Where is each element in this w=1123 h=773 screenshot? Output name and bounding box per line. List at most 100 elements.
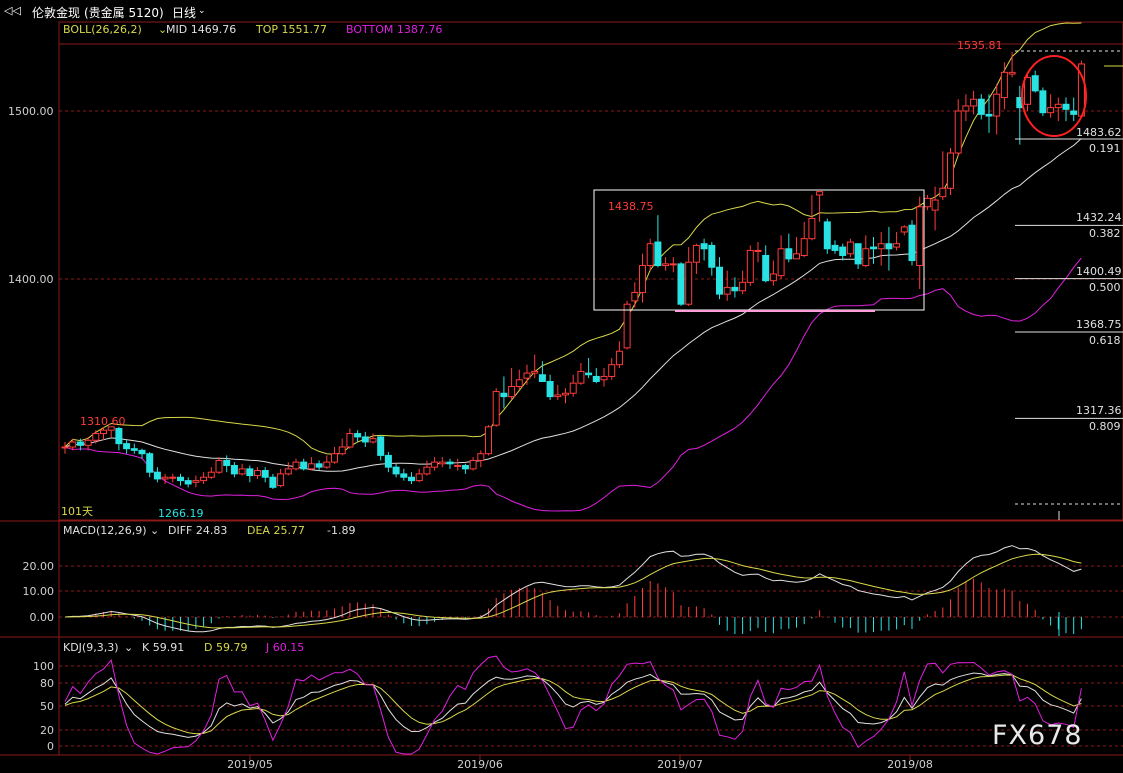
candle-body: [793, 253, 800, 260]
candle-body: [1031, 75, 1039, 92]
candle-body: [577, 370, 585, 384]
kdj-j-line: [64, 655, 1082, 755]
candle-body: [184, 480, 192, 485]
candle-body: [685, 261, 693, 305]
kdj-name[interactable]: KDJ(9,3,3): [63, 641, 119, 654]
candle-body: [592, 375, 600, 382]
candle-body: [939, 187, 947, 198]
candle-body: [731, 286, 739, 292]
candle-body: [238, 468, 246, 475]
fib-price: 1432.24: [1076, 211, 1122, 224]
candle-body: [200, 476, 208, 482]
fib-ratio: 0.191: [1089, 142, 1121, 155]
macd-dea-value: DEA 25.77: [247, 524, 305, 537]
candle-body: [708, 244, 716, 268]
candle-body: [431, 461, 439, 468]
highlight-circle[interactable]: [1021, 55, 1087, 137]
candle-body: [485, 426, 492, 455]
candle-body: [461, 464, 469, 470]
candle-body: [192, 480, 200, 483]
candle-body: [977, 98, 985, 115]
candle-body: [161, 476, 169, 480]
candle-body: [446, 461, 454, 465]
candle-body: [354, 433, 362, 438]
high-price-label: 1535.81: [957, 39, 1003, 52]
fib-ratio: 0.809: [1089, 420, 1121, 433]
candle-body: [970, 98, 978, 107]
candle-body: [839, 246, 847, 256]
candle-body: [423, 466, 431, 475]
fib-ratio: 0.382: [1089, 227, 1121, 240]
kdj-tick-label: 0: [47, 740, 54, 753]
candle-body: [1070, 110, 1078, 115]
kdj-tick-label: 80: [40, 677, 54, 690]
candle-body: [562, 392, 569, 396]
candle-body: [554, 394, 562, 398]
candle-body: [769, 273, 777, 282]
candle-body: [993, 93, 1001, 117]
fib-ratio: 0.618: [1089, 334, 1121, 347]
macd-diff-line: [64, 545, 1082, 633]
candle-body: [870, 246, 877, 250]
candle-body: [400, 473, 408, 478]
candle-body: [369, 438, 377, 443]
price-chart[interactable]: 1500.00 1400.00 20.00 10.00 0.00 100 80 50 20 0 20…: [0, 0, 1123, 773]
candle-body: [954, 110, 962, 154]
candle-body: [384, 454, 392, 468]
macd-pane: [64, 545, 1082, 634]
axis-ticks: 1500.00 1400.00 20.00 10.00 0.00 100 80 50 20 0 20…: [8, 105, 933, 771]
candle-body: [415, 473, 423, 482]
candle-body: [716, 266, 723, 295]
kdj-tick-label: 50: [40, 700, 54, 713]
boll-top-value: TOP 1551.77: [255, 23, 327, 36]
fib-ratio: 0.500: [1089, 281, 1121, 294]
candle-body: [692, 244, 700, 263]
candle-body: [61, 446, 69, 449]
candle-body: [831, 244, 839, 251]
candle-body: [862, 248, 870, 267]
mid-high-label: 1438.75: [608, 200, 654, 213]
time-tick-label: 2019/08: [887, 758, 933, 771]
kdj-k-value: K 59.91: [142, 641, 184, 654]
candle-body: [1062, 103, 1070, 110]
candle-body: [300, 461, 308, 470]
chevron-down-icon[interactable]: ⌄: [150, 524, 159, 537]
candle-body: [623, 303, 631, 349]
candle-body: [823, 221, 831, 250]
chevron-down-icon[interactable]: ⌄: [124, 641, 133, 654]
candle-body: [538, 374, 546, 382]
candle-body: [600, 375, 608, 381]
candle-body: [153, 471, 161, 480]
candle-body: [739, 281, 747, 292]
candle-body: [454, 464, 462, 467]
time-tick-label: 2019/05: [227, 758, 273, 771]
candle-body: [646, 243, 654, 267]
candle-body: [746, 249, 754, 283]
candle-body: [223, 459, 231, 466]
candle-body: [877, 243, 885, 250]
candle-body: [700, 243, 708, 250]
candle-body: [654, 241, 662, 267]
boll-name[interactable]: BOLL(26,26,2): [63, 23, 142, 36]
candle-body: [261, 470, 269, 478]
candle-body: [438, 461, 446, 465]
candle-body: [515, 379, 523, 388]
candle-body: [631, 291, 639, 302]
candle-body: [923, 197, 931, 208]
candle-body: [169, 476, 177, 479]
fib-price: 1317.36: [1076, 404, 1122, 417]
candle-body: [669, 263, 677, 266]
candle-body: [893, 243, 901, 248]
macd-name[interactable]: MACD(12,26,9): [63, 524, 147, 537]
kdj-d-line: [64, 674, 1082, 735]
candle-body: [269, 476, 277, 488]
candle-body: [1000, 71, 1008, 99]
candle-body: [100, 429, 107, 435]
candle-body: [1024, 76, 1031, 105]
candle-body: [785, 248, 793, 260]
low-price-label: 1266.19: [158, 507, 204, 520]
candle-body: [277, 473, 285, 487]
candle-body: [615, 350, 623, 366]
candle-body: [639, 265, 646, 293]
candle-body: [408, 476, 415, 482]
